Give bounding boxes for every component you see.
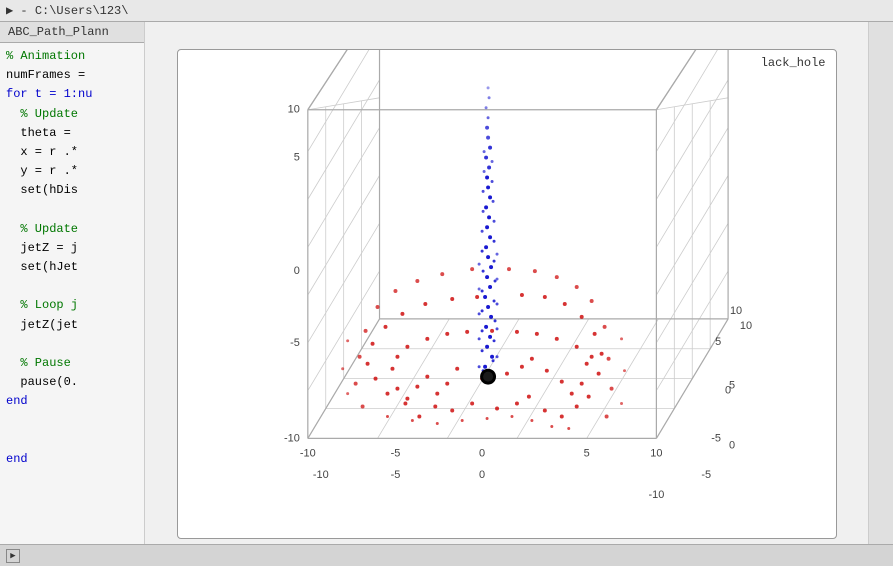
code-line: pause(0. (0, 373, 144, 392)
x-bottom-0: 0 (479, 469, 485, 481)
code-line: % Update (0, 105, 144, 124)
code-panel: ABC_Path_Plann % Animation numFrames = f… (0, 22, 145, 566)
code-line: x = r .* (0, 143, 144, 162)
status-icon: ▶ (6, 549, 20, 563)
black-hole-core (483, 372, 493, 382)
right-panel (868, 22, 893, 566)
code-line (0, 277, 144, 296)
x-axis-label-neg10: -10 (299, 447, 315, 459)
z-axis-label-0: 0 (293, 265, 299, 277)
status-icon-label: ▶ (10, 551, 15, 561)
title-text: ▶ - C:\Users\123\ (6, 3, 128, 18)
y-axis-label-neg10: -10 (648, 489, 664, 501)
code-line-theta: theta = (0, 124, 144, 143)
x-bottom-neg10: -10 (312, 469, 328, 481)
x-bottom-neg5: -5 (390, 469, 400, 481)
y-right-0: 0 (725, 385, 731, 397)
jet-scatter (477, 86, 498, 378)
code-line: % Update (0, 220, 144, 239)
code-line: for t = 1:nu (0, 85, 144, 104)
x-axis-label-10: 10 (650, 447, 662, 459)
code-line: end (0, 450, 144, 469)
x-axis-label-0: 0 (479, 447, 485, 459)
code-line (0, 412, 144, 431)
code-line: set(hJet (0, 258, 144, 277)
code-content: % Animation numFrames = for t = 1:nu % U… (0, 43, 144, 473)
code-line: y = r .* (0, 162, 144, 181)
file-tab[interactable]: ABC_Path_Plann (0, 22, 144, 43)
plot-area: lack_hole (145, 22, 868, 566)
code-line: jetZ(jet (0, 316, 144, 335)
x-axis-label-neg5: -5 (390, 447, 400, 459)
code-line: % Animation (0, 47, 144, 66)
y-axis-label-0: 0 (729, 439, 735, 451)
code-line: jetZ = j (0, 239, 144, 258)
code-line: numFrames = (0, 66, 144, 85)
z-axis-label-5: 5 (293, 152, 299, 164)
plot-window: lack_hole (177, 49, 837, 539)
3d-plot-svg: 10 5 0 -5 -10 10 5 0 -5 -10 10 5 (178, 50, 836, 538)
title-bar: ▶ - C:\Users\123\ (0, 0, 893, 22)
black-hole-label: lack_hole (761, 56, 826, 70)
y-axis-label-10: 10 (739, 320, 751, 332)
x-axis-label-5: 5 (583, 447, 589, 459)
code-line: % Loop j (0, 296, 144, 315)
z-axis-label-neg10: -10 (284, 432, 300, 444)
y-right-neg5: -5 (711, 432, 721, 444)
status-bar: ▶ (0, 544, 893, 566)
z-axis-label-10: 10 (287, 104, 299, 116)
code-line: set(hDis (0, 181, 144, 200)
code-line (0, 335, 144, 354)
z-axis-label-neg5: -5 (290, 337, 300, 349)
code-line: % Pause (0, 354, 144, 373)
code-line (0, 431, 144, 450)
y-axis-label-neg5: -5 (701, 469, 711, 481)
y-right-5: 5 (715, 336, 721, 348)
code-line: end (0, 392, 144, 411)
code-line (0, 201, 144, 220)
y-right-10: 10 (729, 305, 741, 317)
